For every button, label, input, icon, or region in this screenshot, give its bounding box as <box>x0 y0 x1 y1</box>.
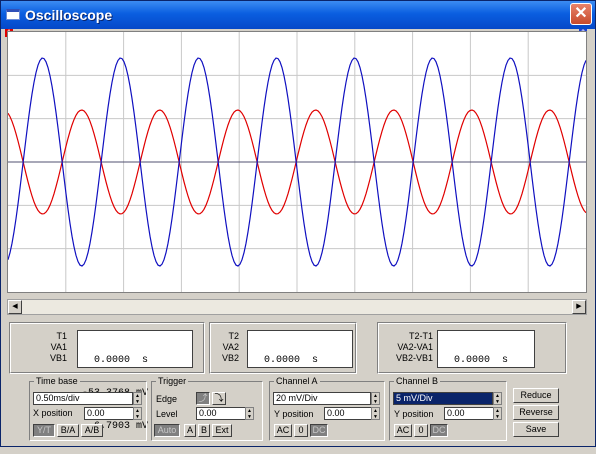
channel-a-spin[interactable]: ▲ ▼ <box>371 392 380 405</box>
t1-time-value: 0.0000 s <box>82 355 149 366</box>
reverse-button[interactable]: Reverse <box>513 405 559 420</box>
readout-t1: T1 VA1 VB1 0.0000 s -53.3768 mV 6.7903 m… <box>9 322 205 432</box>
channel-b-dc-button[interactable]: DC <box>430 424 448 437</box>
oscilloscope-screen <box>7 31 587 293</box>
edge-rise-button[interactable]: ⤴ <box>196 392 210 405</box>
horizontal-scrollbar[interactable]: ◀ ▶ <box>7 299 587 315</box>
trigger-b-button[interactable]: B <box>198 424 210 437</box>
channel-b-group: Channel B 5 mV/Div ▲ ▼ Y position 0.00 ▲ ▼… <box>389 376 507 441</box>
window-icon <box>6 9 20 20</box>
channel-b-scale-field[interactable]: 5 mV/Div <box>393 392 493 405</box>
channel-b-spin[interactable]: ▲ ▼ <box>493 392 502 405</box>
level-label: Level <box>156 409 178 419</box>
readout-t1-values: 0.0000 s -53.3768 mV 6.7903 mV <box>77 330 193 432</box>
readout-label: VB2-VB1 <box>395 353 433 363</box>
reduce-button[interactable]: Reduce <box>513 388 559 403</box>
xpos-spin[interactable]: ▲ ▼ <box>133 407 142 420</box>
readout-diff-values: 0.0000 s <box>437 330 535 368</box>
mode-ba-button[interactable]: B/A <box>57 424 79 437</box>
scroll-right-button[interactable]: ▶ <box>572 300 586 314</box>
channel-b-ypos-label: Y position <box>394 409 434 419</box>
readout-label: T2 <box>228 331 239 341</box>
channel-b-ypos-spin[interactable]: ▲ ▼ <box>493 407 502 420</box>
trigger-auto-button[interactable]: Auto <box>154 424 180 437</box>
channel-b-ac-button[interactable]: AC <box>394 424 412 437</box>
mode-ab-button[interactable]: A/B <box>81 424 103 437</box>
channel-a-dc-button[interactable]: DC <box>310 424 328 437</box>
waveform-display <box>7 32 587 292</box>
readout-t2-values: 0.0000 s <box>247 330 353 368</box>
scroll-left-button[interactable]: ◀ <box>8 300 22 314</box>
timebase-group: Time base 0.50ms/div ▲ ▼ X position 0.00 … <box>29 376 147 441</box>
close-button[interactable]: ✕ <box>570 3 592 25</box>
channel-a-zero-button[interactable]: 0 <box>294 424 308 437</box>
trigger-ext-button[interactable]: Ext <box>212 424 232 437</box>
readout-label: VB1 <box>49 353 67 363</box>
edge-fall-button[interactable]: ⤵ <box>212 392 226 405</box>
readout-label: VA1 <box>50 342 67 352</box>
channel-a-group: Channel A 20 mV/Div ▲ ▼ Y position 0.00 ▲… <box>269 376 385 441</box>
trigger-a-button[interactable]: A <box>184 424 196 437</box>
xpos-field[interactable]: 0.00 <box>84 407 134 420</box>
level-field[interactable]: 0.00 <box>196 407 246 420</box>
mode-yt-button[interactable]: Y/T <box>33 424 55 437</box>
edge-label: Edge <box>156 394 178 404</box>
readout-label: T2-T1 <box>408 331 433 341</box>
level-spin[interactable]: ▲ ▼ <box>245 407 254 420</box>
trigger-title: Trigger <box>156 376 189 386</box>
channel-a-ypos-spin[interactable]: ▲ ▼ <box>371 407 380 420</box>
readout-label: VA2-VA1 <box>397 342 433 352</box>
window-title: Oscilloscope <box>25 7 113 23</box>
channel-b-zero-button[interactable]: 0 <box>414 424 428 437</box>
channel-a-ac-button[interactable]: AC <box>274 424 292 437</box>
channel-a-scale-field[interactable]: 20 mV/Div <box>273 392 371 405</box>
readout-label: VA2 <box>222 342 239 352</box>
title-bar[interactable]: Oscilloscope ✕ <box>1 1 595 29</box>
xpos-label: X position <box>33 408 73 418</box>
timebase-scale-field[interactable]: 0.50ms/div <box>33 392 133 405</box>
t2-time-value: 0.0000 s <box>252 355 319 366</box>
trigger-group: Trigger Edge ⤴ ⤵ Level 0.00 ▲ ▼ Auto A B … <box>151 376 263 441</box>
readout-label: VB2 <box>221 353 239 363</box>
readout-label: T1 <box>56 331 67 341</box>
save-button[interactable]: Save <box>513 422 559 437</box>
channel-a-title: Channel A <box>274 376 320 386</box>
oscilloscope-window: Oscilloscope ✕ 1 2 ◀ ▶ T1 VA1 VB1 0.0000… <box>0 0 596 447</box>
channel-b-ypos-field[interactable]: 0.00 <box>444 407 494 420</box>
timebase-spin[interactable]: ▲ ▼ <box>133 392 142 405</box>
dt-value: 0.0000 s <box>442 355 509 366</box>
channel-a-ypos-label: Y position <box>274 409 314 419</box>
readout-diff: T2-T1 VA2-VA1 VB2-VB1 0.0000 s <box>377 322 567 374</box>
readout-t2: T2 VA2 VB2 0.0000 s <box>209 322 357 374</box>
channel-a-ypos-field[interactable]: 0.00 <box>324 407 372 420</box>
timebase-title: Time base <box>34 376 80 386</box>
channel-b-title: Channel B <box>394 376 441 386</box>
